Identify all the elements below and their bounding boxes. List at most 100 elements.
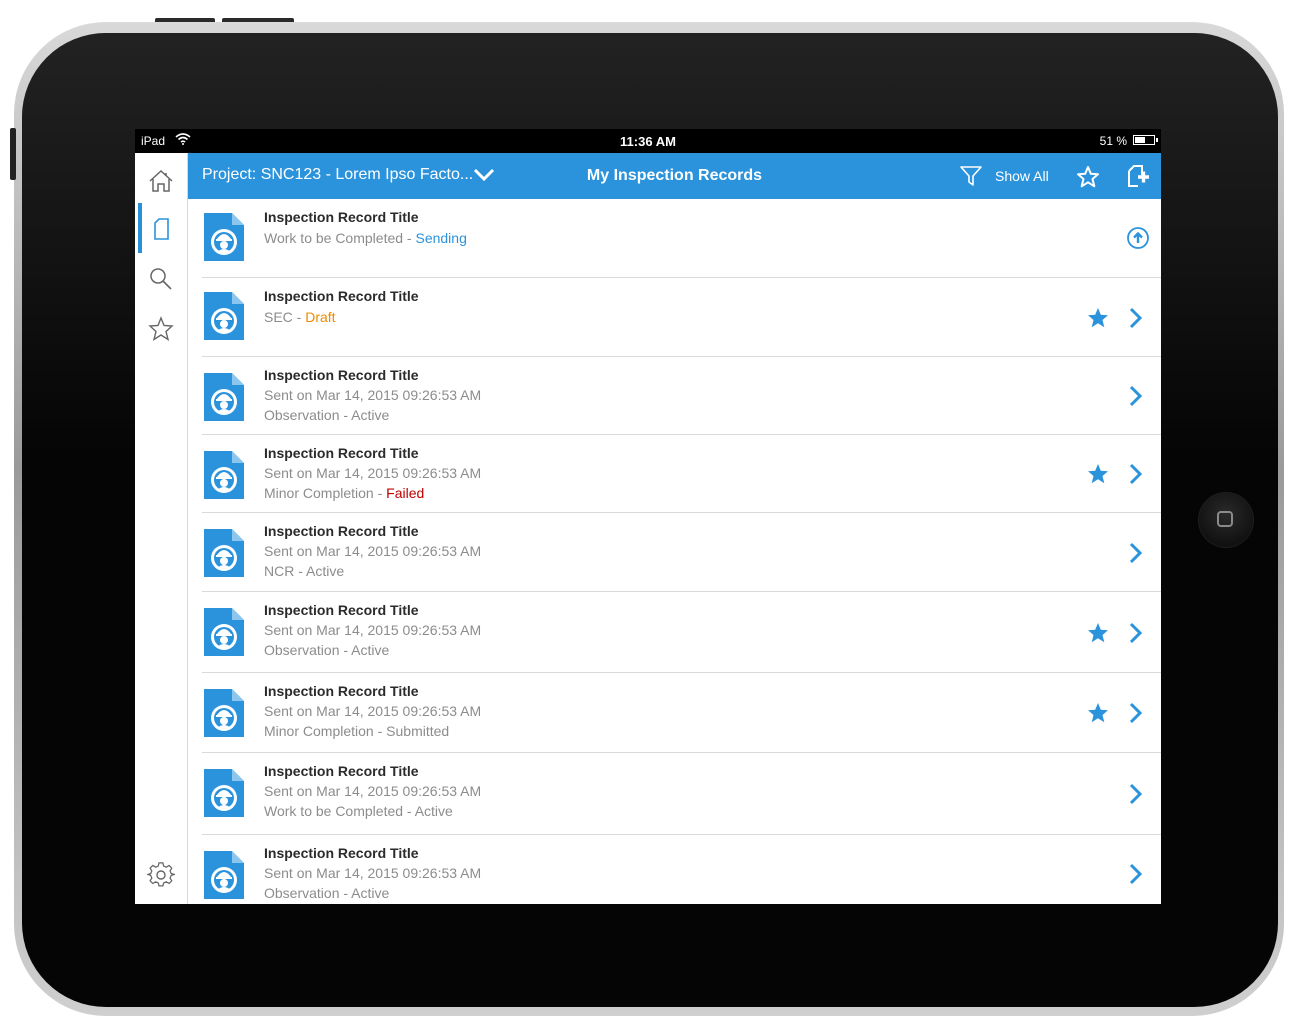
record-line-2: Observation - Active [264,407,389,423]
record-line-1: SEC - Draft [264,309,336,325]
record-line-1-text: Sent on Mar 14, 2015 09:26:53 AM [264,622,482,638]
record-title: Inspection Record Title [264,445,419,461]
record-type: Minor Completion - [264,485,387,501]
record-type: NCR - [264,563,306,579]
record-title: Inspection Record Title [264,763,419,779]
record-title: Inspection Record Title [264,523,419,539]
record-line-2: Observation - Active [264,642,389,658]
record-status: Active [351,407,390,423]
document-icon[interactable] [147,215,175,243]
battery-icon [1133,135,1158,145]
record-line-2: Minor Completion - Submitted [264,723,449,739]
inspection-record-icon [204,608,244,656]
record-line-1-text: SEC - [264,309,306,325]
record-line-1-text: Sent on Mar 14, 2015 09:26:53 AM [264,543,482,559]
record-row[interactable]: Inspection Record Title Sent on Mar 14, 2… [202,592,1161,673]
record-type: Observation - [264,885,352,901]
starred-icon[interactable] [1086,701,1110,730]
record-status: Active [414,803,453,819]
record-title: Inspection Record Title [264,602,419,618]
record-row[interactable]: Inspection Record Title Work to be Comple… [202,199,1161,278]
clock: 11:36 AM [620,134,676,149]
record-line-1: Sent on Mar 14, 2015 09:26:53 AM [264,703,481,719]
record-row[interactable]: Inspection Record Title Sent on Mar 14, 2… [202,753,1161,835]
record-type: Minor Completion - [264,723,387,739]
chevron-right-icon[interactable] [1128,701,1144,730]
record-line-1: Sent on Mar 14, 2015 09:26:53 AM [264,865,481,881]
sidebar [135,153,188,904]
gear-icon[interactable] [145,861,177,889]
record-line-1: Sent on Mar 14, 2015 09:26:53 AM [264,543,481,559]
record-status: Active [351,642,390,658]
starred-icon[interactable] [1086,621,1110,650]
inspection-record-icon [204,292,244,340]
record-line-1: Sent on Mar 14, 2015 09:26:53 AM [264,465,481,481]
record-line-1: Sent on Mar 14, 2015 09:26:53 AM [264,387,481,403]
side-switch [10,128,16,180]
record-list: Inspection Record Title Work to be Comple… [188,199,1161,904]
battery-percentage: 51 % [1099,134,1127,148]
record-row[interactable]: Inspection Record Title SEC - Draft [202,278,1161,357]
record-line-1-text: Work to be Completed - [264,230,416,246]
record-line-2: Minor Completion - Failed [264,485,424,501]
record-title: Inspection Record Title [264,288,419,304]
starred-icon[interactable] [1086,462,1110,491]
record-type: Work to be Completed - [264,803,415,819]
app-header: Project: SNC123 - Lorem Ipso Facto... My… [188,153,1161,199]
record-line-1-text: Sent on Mar 14, 2015 09:26:53 AM [264,387,482,403]
record-title: Inspection Record Title [264,683,419,699]
record-status: Sending [415,230,467,246]
inspection-record-icon [204,213,244,261]
screen: iPad 11:36 AM 51 % Project: SNC123 - Lor… [135,129,1161,904]
home-icon[interactable] [147,167,175,195]
record-status: Failed [386,485,425,501]
record-line-1: Sent on Mar 14, 2015 09:26:53 AM [264,783,481,799]
record-title: Inspection Record Title [264,209,419,225]
search-icon[interactable] [147,265,175,293]
upload-icon[interactable] [1126,226,1150,255]
record-type: Observation - [264,407,352,423]
chevron-right-icon[interactable] [1128,621,1144,650]
record-type: Observation - [264,642,352,658]
inspection-record-icon [204,529,244,577]
record-title: Inspection Record Title [264,367,419,383]
star-icon[interactable] [147,315,175,343]
filter-icon[interactable] [959,164,983,193]
starred-icon[interactable] [1086,306,1110,335]
sidebar-active-indicator [138,203,142,253]
chevron-right-icon[interactable] [1128,782,1144,811]
record-status: Active [351,885,390,901]
record-line-2: Observation - Active [264,885,389,901]
chevron-right-icon[interactable] [1128,541,1144,570]
record-title: Inspection Record Title [264,845,419,861]
project-selector[interactable]: Project: SNC123 - Lorem Ipso Facto... [202,166,473,184]
home-button-icon [1217,511,1233,527]
show-all-button[interactable]: Show All [995,168,1049,184]
chevron-right-icon[interactable] [1128,306,1144,335]
record-status: Active [306,563,345,579]
inspection-record-icon [204,451,244,499]
inspection-record-icon [204,689,244,737]
record-line-1-text: Sent on Mar 14, 2015 09:26:53 AM [264,865,482,881]
record-line-1-text: Sent on Mar 14, 2015 09:26:53 AM [264,783,482,799]
record-row[interactable]: Inspection Record Title Sent on Mar 14, 2… [202,513,1161,592]
inspection-record-icon [204,769,244,817]
favorites-star-icon[interactable] [1076,165,1100,194]
add-record-icon[interactable] [1125,163,1151,194]
record-row[interactable]: Inspection Record Title Sent on Mar 14, 2… [202,357,1161,435]
record-line-1-text: Sent on Mar 14, 2015 09:26:53 AM [264,465,482,481]
inspection-record-icon [204,851,244,899]
record-line-1: Work to be Completed - Sending [264,230,467,246]
chevron-right-icon[interactable] [1128,384,1144,413]
record-row[interactable]: Inspection Record Title Sent on Mar 14, 2… [202,835,1161,904]
chevron-right-icon[interactable] [1128,462,1144,491]
home-button[interactable] [1198,492,1254,548]
record-row[interactable]: Inspection Record Title Sent on Mar 14, 2… [202,673,1161,753]
record-row[interactable]: Inspection Record Title Sent on Mar 14, 2… [202,435,1161,513]
record-line-2: Work to be Completed - Active [264,803,453,819]
record-status: Submitted [386,723,450,739]
record-line-1: Sent on Mar 14, 2015 09:26:53 AM [264,622,481,638]
chevron-right-icon[interactable] [1128,862,1144,891]
chevron-down-icon[interactable] [473,167,495,188]
record-status: Draft [305,309,336,325]
